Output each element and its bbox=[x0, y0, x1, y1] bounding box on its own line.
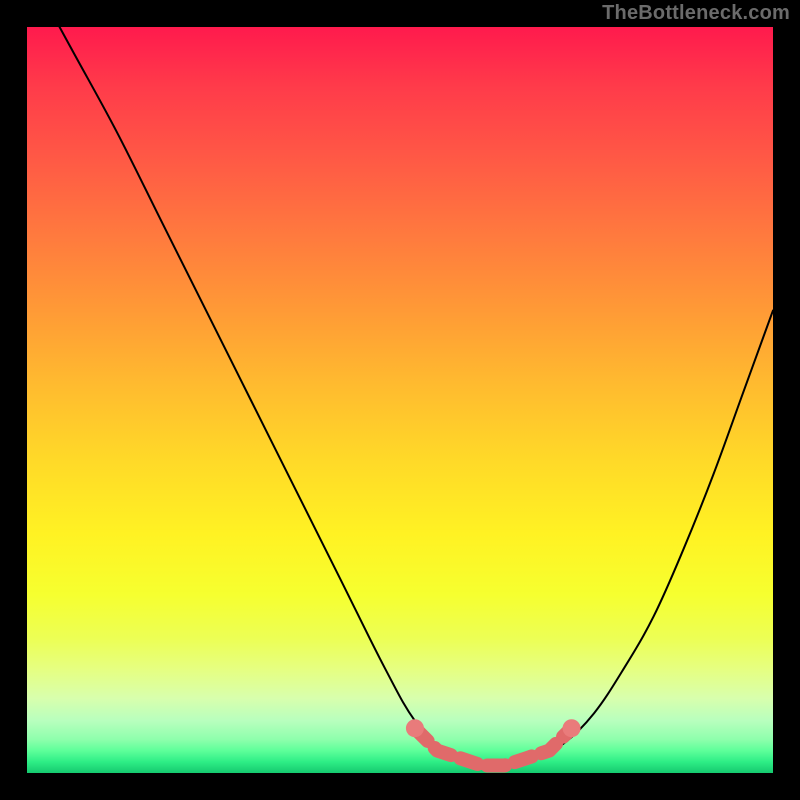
watermark-text: TheBottleneck.com bbox=[602, 2, 790, 25]
optimal-range-endpoint bbox=[563, 719, 581, 737]
optimal-range-path bbox=[415, 728, 572, 765]
plot-area bbox=[27, 27, 773, 773]
bottleneck-curve bbox=[27, 27, 773, 767]
optimal-range-markers bbox=[406, 719, 581, 765]
optimal-range-endpoint bbox=[406, 719, 424, 737]
curve-layer bbox=[27, 27, 773, 773]
chart-frame: TheBottleneck.com bbox=[0, 0, 800, 800]
